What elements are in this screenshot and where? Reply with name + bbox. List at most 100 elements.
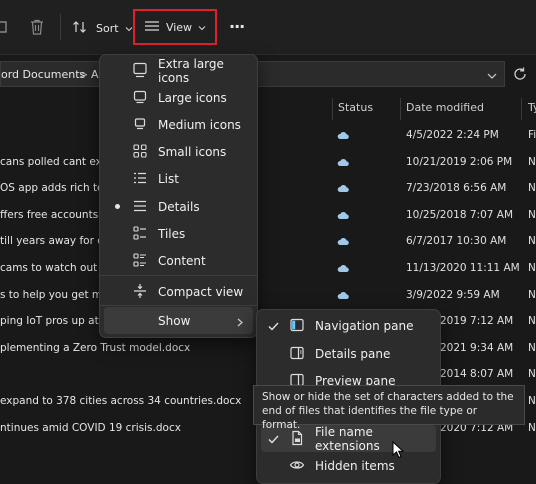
table-row[interactable]: s to help you get more 3/9/2022 9:59 AM N	[0, 289, 536, 309]
hidden-items-icon	[289, 457, 305, 473]
view-menu-item-large-icons[interactable]: Large icons	[104, 84, 253, 111]
file-name-extensions-icon	[289, 430, 305, 446]
file-type: N	[528, 262, 536, 274]
chevron-down-icon[interactable]	[487, 70, 497, 83]
view-menu-item-content[interactable]: Content	[104, 247, 253, 274]
view-menu-item-tiles[interactable]: Tiles	[104, 220, 253, 247]
file-type: N	[528, 395, 536, 407]
breadcrumb-separator: >	[79, 68, 89, 81]
date-modified: 2021 9:34 AM	[440, 342, 514, 354]
content-icon	[132, 252, 148, 268]
date-modified: 10/25/2018 7:07 AM	[406, 209, 514, 221]
menu-item-label: Content	[158, 253, 206, 268]
show-menu-item-hidden-items[interactable]: Hidden items	[261, 452, 436, 479]
view-label: View	[165, 20, 193, 34]
table-row[interactable]: cams to watch out for 11/13/2020 11:11 AM…	[0, 262, 536, 282]
view-menu: Extra large icons Large icons Medium icons…	[99, 54, 258, 338]
date-modified: 6/7/2017 10:30 AM	[406, 235, 507, 247]
menu-item-label: Show	[158, 313, 191, 328]
menu-item-label: Medium icons	[158, 117, 241, 132]
cloud-status-icon	[337, 210, 349, 223]
view-menu-item-details[interactable]: Details	[104, 193, 253, 220]
menu-divider	[100, 305, 257, 306]
tooltip: Show or hide the set of characters added…	[253, 385, 525, 431]
view-menu-item-medium-icons[interactable]: Medium icons	[104, 111, 253, 138]
menu-item-label: Details	[158, 199, 200, 214]
menu-item-label: List	[158, 171, 179, 186]
file-type: N	[528, 209, 536, 221]
small-icons-icon	[132, 143, 148, 159]
delete-icon[interactable]	[28, 18, 46, 36]
command-bar: Sort View ···	[0, 0, 536, 55]
file-type: Fi	[528, 129, 536, 141]
view-menu-item-small-icons[interactable]: Small icons	[104, 138, 253, 165]
chevron-down-icon	[198, 21, 206, 34]
date-modified: 2014 8:07 AM	[440, 368, 514, 380]
breadcrumb-segment[interactable]: ord Documents	[1, 68, 85, 81]
tiles-icon	[132, 225, 148, 241]
details-icon	[132, 198, 148, 214]
view-menu-item-extra-large-icons[interactable]: Extra large icons	[104, 56, 253, 85]
show-menu-item-details-pane[interactable]: Details pane	[261, 340, 436, 367]
cloud-status-icon	[337, 130, 349, 143]
file-type: N	[528, 368, 536, 380]
cloud-status-icon	[337, 183, 349, 196]
menu-item-label: Extra large icons	[158, 56, 224, 85]
checkmark-icon	[268, 320, 279, 334]
table-row[interactable]: OS app adds rich text s messages.doc7/23…	[0, 182, 536, 202]
date-modified: 4/5/2022 2:24 PM	[406, 129, 499, 141]
date-modified: 3/9/2022 9:59 AM	[406, 289, 500, 301]
see-more-button[interactable]: ···	[229, 17, 245, 36]
menu-item-label: Compact view	[158, 284, 244, 299]
cloud-status-icon	[337, 263, 349, 276]
menu-item-label: Navigation pane	[315, 318, 414, 333]
menu-item-label: Hidden items	[315, 458, 395, 473]
list-icon	[132, 170, 148, 186]
cloud-status-icon	[337, 290, 349, 303]
file-type: N	[528, 342, 536, 354]
file-type: N	[528, 156, 536, 168]
view-button[interactable]: View	[133, 9, 217, 45]
checkmark-icon	[268, 433, 279, 447]
refresh-icon[interactable]	[512, 66, 528, 82]
view-menu-item-compact-view[interactable]: Compact view	[104, 278, 253, 305]
compact-view-icon	[132, 283, 148, 299]
menu-divider	[100, 275, 257, 276]
view-menu-item-show[interactable]: Show	[104, 307, 253, 334]
partial-toolbar-icon[interactable]	[0, 18, 10, 36]
column-header-type[interactable]: Ty	[528, 101, 536, 117]
navigation-pane-icon	[289, 317, 305, 333]
medium-icons-icon	[132, 116, 148, 132]
file-type: N	[528, 235, 536, 247]
details-pane-icon	[289, 345, 305, 361]
chevron-right-icon	[237, 316, 243, 330]
menu-item-label: Tiles	[158, 226, 186, 241]
column-header-date-modified[interactable]: Date modified	[406, 101, 484, 117]
breadcrumb-segment[interactable]: A	[91, 68, 99, 81]
sort-button[interactable]: Sort	[72, 19, 133, 37]
chevron-down-icon	[125, 22, 133, 35]
cloud-status-icon	[337, 236, 349, 249]
view-menu-item-list[interactable]: List	[104, 165, 253, 192]
sort-label: Sort	[96, 21, 119, 35]
menu-item-label: File name extensions	[315, 424, 380, 453]
table-row[interactable]: 4/5/2022 2:24 PM Fi	[0, 129, 536, 149]
date-modified: 7/23/2018 6:56 AM	[406, 182, 507, 194]
extra-large-icons-icon	[132, 62, 148, 78]
show-menu-item-navigation-pane[interactable]: Navigation pane	[261, 312, 436, 339]
column-divider[interactable]	[332, 98, 333, 120]
table-row[interactable]: cans polled cant expla 10/21/2019 2:06 PM…	[0, 156, 536, 176]
column-divider[interactable]	[521, 98, 522, 120]
column-divider[interactable]	[400, 98, 401, 120]
toolbar-divider	[60, 14, 61, 40]
table-row[interactable]: till years away for con 6/7/2017 10:30 AM…	[0, 235, 536, 255]
sort-icon	[72, 19, 90, 38]
menu-item-label: Details pane	[315, 346, 391, 361]
selected-bullet-icon	[115, 204, 120, 209]
column-header-status[interactable]: Status	[338, 101, 373, 117]
file-type: N	[528, 422, 536, 434]
file-type: N	[528, 289, 536, 301]
date-modified: 2019 7:12 AM	[440, 315, 514, 327]
table-row[interactable]: ffers free accounts for onitors.docx 10/2…	[0, 209, 536, 229]
file-type: N	[528, 182, 536, 194]
